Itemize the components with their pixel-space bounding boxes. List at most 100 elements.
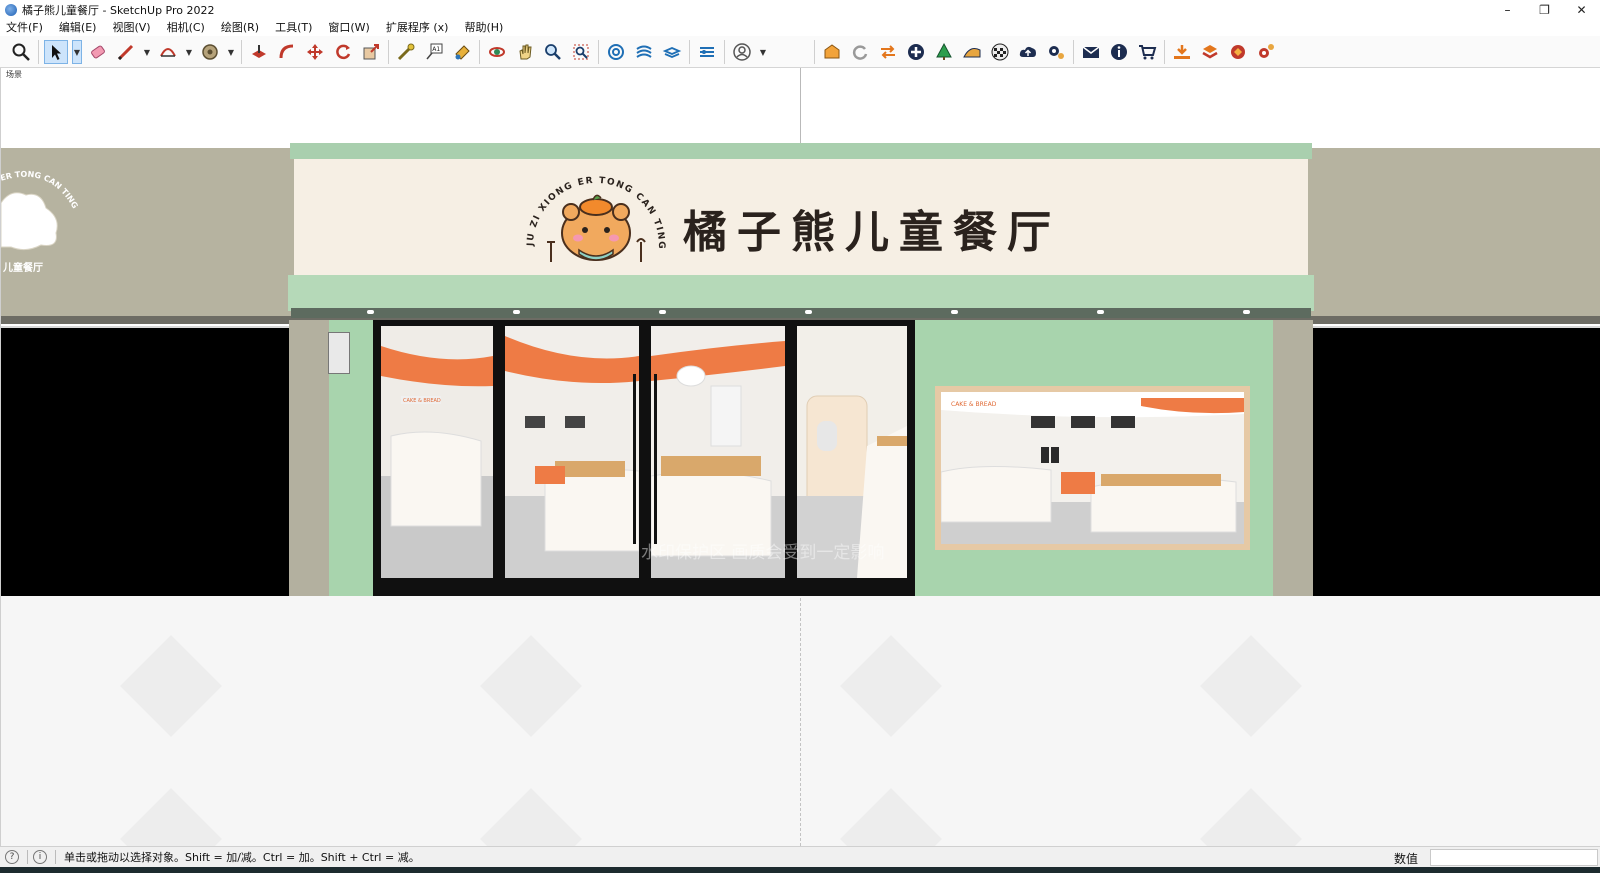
toolbar-separator xyxy=(479,40,480,64)
menu-view[interactable]: 视图(V) xyxy=(110,19,152,35)
gear-icon[interactable] xyxy=(1045,41,1067,63)
door-handle-right[interactable] xyxy=(654,374,657,544)
wall-sensor xyxy=(328,332,350,374)
glass-pane-2 xyxy=(505,326,639,578)
canopy-light xyxy=(1243,310,1250,314)
measurements-label: 数值 xyxy=(1394,852,1419,866)
styles-icon[interactable] xyxy=(661,41,683,63)
menu-draw[interactable]: 绘图(R) xyxy=(219,19,261,35)
zoom-window-icon[interactable] xyxy=(570,41,592,63)
sync-icon[interactable] xyxy=(877,41,899,63)
canopy-bottom xyxy=(288,275,1314,311)
side-logo: 儿童餐厅 ER TONG CAN TING xyxy=(1,170,80,273)
settings-icon[interactable] xyxy=(1255,41,1277,63)
cart-icon[interactable] xyxy=(1136,41,1158,63)
cloud-upload-icon[interactable] xyxy=(1017,41,1039,63)
toolbar-separator xyxy=(1073,40,1074,64)
pencil-line-icon[interactable] xyxy=(115,41,137,63)
toolbar-separator xyxy=(724,40,725,64)
rotate-icon[interactable] xyxy=(332,41,354,63)
paint-dropdown-icon[interactable]: ▼ xyxy=(227,41,235,63)
canopy-light xyxy=(1097,310,1104,314)
arc-icon[interactable] xyxy=(157,41,179,63)
toolbar-group-extensions xyxy=(814,38,1277,66)
bear-logo: JU ZI XIONG ER TONG CAN TING xyxy=(526,176,665,262)
door-handle-left[interactable] xyxy=(633,374,636,544)
title-bar: 橘子熊儿童餐厅 - SketchUp Pro 2022 – ❐ ✕ xyxy=(0,0,1600,19)
window-controls: – ❐ ✕ xyxy=(1489,0,1600,19)
toolbar-separator xyxy=(598,40,599,64)
select-arrow-icon[interactable] xyxy=(44,40,68,64)
render-icon[interactable] xyxy=(1227,41,1249,63)
menu-edit[interactable]: 编辑(E) xyxy=(57,19,99,35)
right-pillar xyxy=(1271,320,1313,596)
left-dark-panel xyxy=(1,326,289,596)
extension-warehouse-icon[interactable] xyxy=(821,41,843,63)
display-window: CAKE & BREAD xyxy=(941,392,1244,544)
menu-tools[interactable]: 工具(T) xyxy=(273,19,314,35)
sandbox-icon[interactable] xyxy=(961,41,983,63)
geo-location-icon[interactable]: ? xyxy=(5,850,19,864)
pencil-dropdown-icon[interactable]: ▼ xyxy=(143,41,151,63)
menu-camera[interactable]: 相机(C) xyxy=(165,19,207,35)
follow-me-icon[interactable] xyxy=(276,41,298,63)
user-icon[interactable] xyxy=(731,41,753,63)
status-separator xyxy=(27,850,28,864)
menu-help[interactable]: 帮助(H) xyxy=(462,19,505,35)
window-title: 橘子熊儿童餐厅 - SketchUp Pro 2022 xyxy=(22,3,215,17)
orbit-icon[interactable] xyxy=(486,41,508,63)
tree-icon[interactable] xyxy=(933,41,955,63)
instructor-info-icon[interactable]: i xyxy=(33,850,47,864)
paint-icon[interactable] xyxy=(451,41,473,63)
maximize-button[interactable]: ❐ xyxy=(1526,0,1563,19)
pane-1-sign: CAKE & BREAD xyxy=(403,398,441,404)
watermark-notice: 水印保护区 画质会受到一定影响 xyxy=(641,543,885,563)
toolbar-group-main: ▼ ▼ ▼ ▼ A1 ▼ xyxy=(10,38,767,66)
user-dropdown-icon[interactable]: ▼ xyxy=(759,41,767,63)
toolbar-separator xyxy=(814,40,815,64)
refresh-icon[interactable] xyxy=(849,41,871,63)
canopy-top xyxy=(290,143,1312,159)
canopy-light xyxy=(513,310,520,314)
move-icon[interactable] xyxy=(304,41,326,63)
menu-extensions[interactable]: 扩展程序 (x) xyxy=(384,19,451,35)
select-dropdown-icon[interactable]: ▼ xyxy=(72,40,82,64)
mail-icon[interactable] xyxy=(1080,41,1102,63)
minimize-button[interactable]: – xyxy=(1489,0,1526,19)
menu-window[interactable]: 窗口(W) xyxy=(326,19,371,35)
paint-bucket-icon[interactable] xyxy=(199,41,221,63)
scale-icon[interactable] xyxy=(360,41,382,63)
glass-pane-1: CAKE & BREAD xyxy=(381,326,493,578)
layers-icon[interactable] xyxy=(633,41,655,63)
add-icon[interactable] xyxy=(905,41,927,63)
info-icon[interactable] xyxy=(1108,41,1130,63)
menu-file[interactable]: 文件(F) xyxy=(4,19,45,35)
axis-dashed-line xyxy=(800,598,801,846)
main-toolbar: ▼ ▼ ▼ ▼ A1 ▼ xyxy=(0,36,1600,68)
side-logo-text: 儿童餐厅 xyxy=(2,261,43,273)
pan-icon[interactable] xyxy=(514,41,536,63)
toolbar-separator xyxy=(388,40,389,64)
measurements-input[interactable] xyxy=(1430,849,1598,866)
model-viewport[interactable]: 场景 儿童餐厅 ER TONG CAN TING JU ZI XIONG ER … xyxy=(0,68,1600,846)
components-icon[interactable] xyxy=(696,41,718,63)
checker-icon[interactable] xyxy=(989,41,1011,63)
left-pillar xyxy=(289,320,331,596)
tape-measure-icon[interactable] xyxy=(395,41,417,63)
menu-bar: 文件(F) 编辑(E) 视图(V) 相机(C) 绘图(R) 工具(T) 窗口(W… xyxy=(0,18,1600,36)
section-plane-icon[interactable] xyxy=(605,41,627,63)
canopy-light xyxy=(367,310,374,314)
close-button[interactable]: ✕ xyxy=(1563,0,1600,19)
scene-tab[interactable]: 场景 xyxy=(6,69,22,80)
push-pull-icon[interactable] xyxy=(248,41,270,63)
eraser-icon[interactable] xyxy=(87,41,109,63)
text-icon[interactable]: A1 xyxy=(423,41,445,63)
status-message: 单击或拖动以选择对象。Shift = 加/减。Ctrl = 加。Shift + … xyxy=(64,851,420,864)
zoom-extents-icon[interactable] xyxy=(10,41,32,63)
arc-dropdown-icon[interactable]: ▼ xyxy=(185,41,193,63)
zoom-icon[interactable] xyxy=(542,41,564,63)
toolbar-separator xyxy=(38,40,39,64)
store-name-text: 橘子熊儿童餐厅 xyxy=(683,207,1061,258)
layout-icon[interactable] xyxy=(1199,41,1221,63)
import-icon[interactable] xyxy=(1171,41,1193,63)
